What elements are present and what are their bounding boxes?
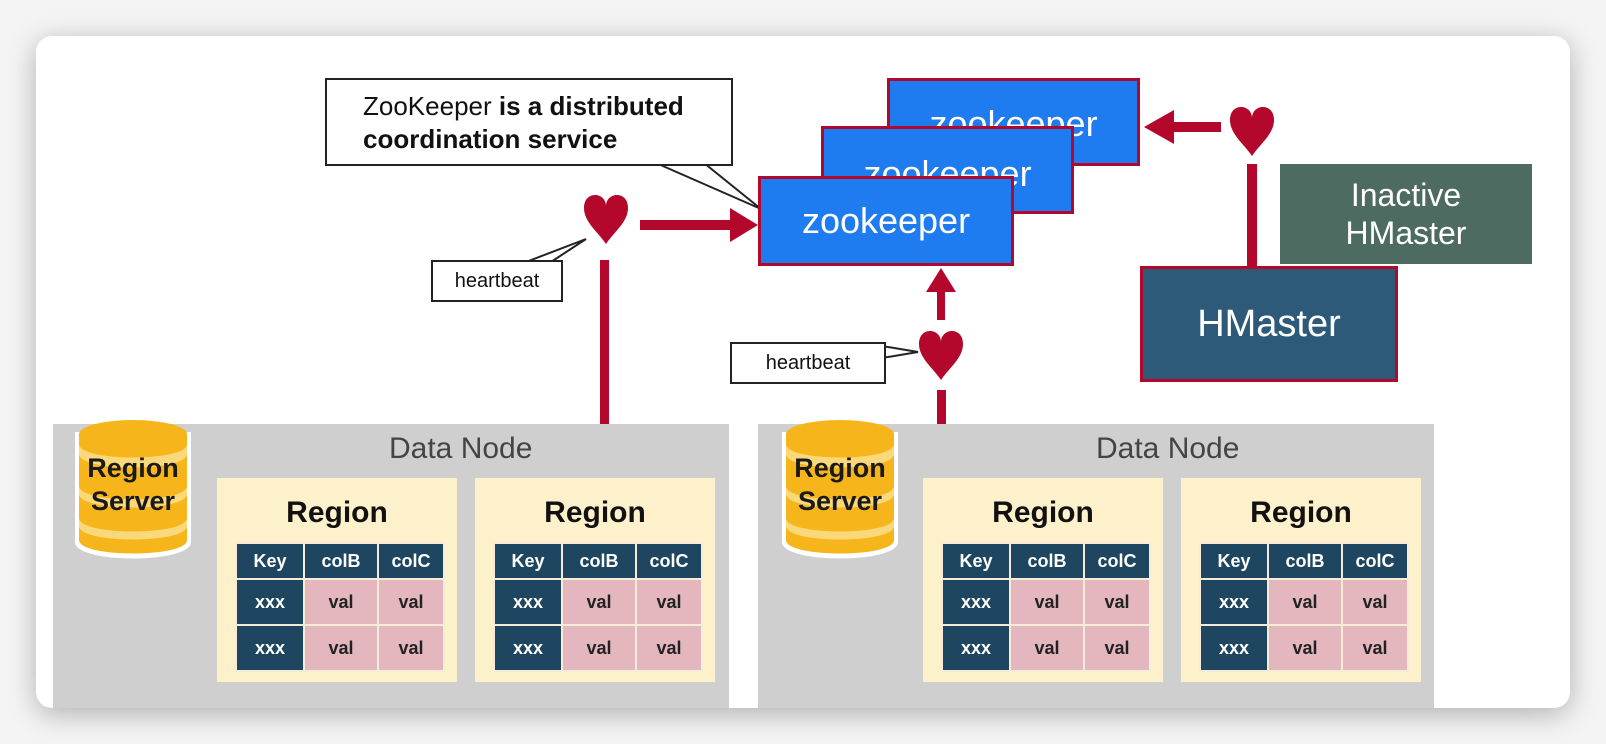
arrow-right-icon — [730, 208, 758, 242]
hmaster-active: HMaster — [1140, 266, 1398, 382]
diagram-card: ZooKeeper is a distributed coordination … — [36, 36, 1570, 708]
region-server-label: Region Server — [87, 453, 179, 516]
table-header-row: Key colB colC — [1199, 542, 1409, 580]
table-header-row: Key colB colC — [941, 542, 1151, 580]
data-node-1: Data Node Region Server Region Key colB co… — [53, 420, 729, 708]
zookeeper-node-front: zookeeper — [758, 176, 1014, 266]
table-row: xxx val val — [493, 578, 703, 626]
region-table: Key colB colC xxx val val xxx val val — [493, 542, 703, 672]
heartbeat-line-center — [937, 390, 946, 428]
region-1: Region Key colB colC xxx val val xxx val val — [217, 478, 457, 682]
region-table: Key colB colC xxx val val xxx val val — [1199, 542, 1409, 672]
table-row: xxx val val — [1199, 624, 1409, 672]
heartbeat-pointer-1 — [525, 238, 587, 263]
arrow-up-icon — [926, 268, 956, 292]
heart-icon — [919, 331, 963, 380]
callout-pointer — [655, 162, 762, 210]
heartbeat-line-hmaster — [1247, 164, 1257, 268]
data-node-2: Data Node Region Server Region Key colB co… — [758, 420, 1434, 708]
region-title: Region — [992, 496, 1094, 529]
heart-icon — [1230, 107, 1274, 156]
region-2: Region Key colB colC xxx val val xxx val val — [475, 478, 715, 682]
heart-icon — [584, 195, 628, 244]
callout-text-bold: is a distributed — [498, 91, 684, 121]
data-node-title: Data Node — [1096, 432, 1240, 465]
inactive-hmaster: Inactive HMaster — [1280, 164, 1532, 264]
arrow-shaft-left — [1171, 122, 1221, 132]
table-row: xxx val val — [493, 624, 703, 672]
region-3: Region Key colB colC xxx val val xxx val val — [923, 478, 1163, 682]
region-table: Key colB colC xxx val val xxx val val — [235, 542, 445, 672]
region-title: Region — [1250, 496, 1352, 529]
arrow-shaft-right — [640, 220, 734, 230]
region-server-2: Region Server — [778, 414, 902, 564]
heartbeat-pointer-2 — [881, 344, 919, 360]
heartbeat-label: heartbeat — [431, 260, 563, 302]
table-row: xxx val val — [941, 624, 1151, 672]
region-server-1: Region Server — [71, 414, 195, 564]
region-title: Region — [544, 496, 646, 529]
table-row: xxx val val — [1199, 578, 1409, 626]
zookeeper-label: zookeeper — [801, 200, 971, 241]
inactive-hmaster-line2: HMaster — [1345, 215, 1467, 251]
heartbeat-label: heartbeat — [730, 342, 886, 384]
table-header-row: Key colB colC — [493, 542, 703, 580]
region-table: Key colB colC xxx val val xxx val val — [941, 542, 1151, 672]
data-node-title: Data Node — [389, 432, 533, 465]
callout-text-normal: ZooKeeper — [363, 91, 492, 121]
table-row: xxx val val — [235, 578, 445, 626]
region-server-label: Region Server — [794, 453, 886, 516]
callout-text-line2: coordination service — [363, 124, 618, 154]
inactive-hmaster-line1: Inactive — [1350, 177, 1462, 213]
zookeeper-callout: ZooKeeper is a distributed coordination … — [325, 78, 733, 166]
heartbeat-line-left — [600, 260, 609, 428]
table-header-row: Key colB colC — [235, 542, 445, 580]
table-row: xxx val val — [941, 578, 1151, 626]
region-4: Region Key colB colC xxx val val xxx val val — [1181, 478, 1421, 682]
region-title: Region — [286, 496, 388, 529]
arrow-shaft-up — [937, 290, 945, 320]
arrow-left-icon — [1144, 110, 1174, 144]
table-row: xxx val val — [235, 624, 445, 672]
